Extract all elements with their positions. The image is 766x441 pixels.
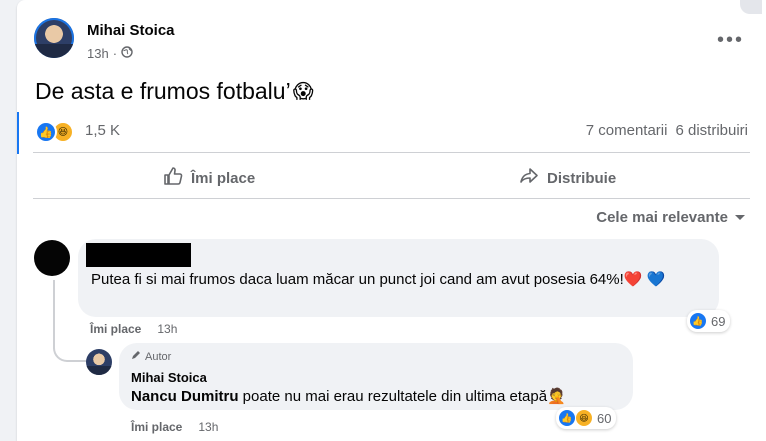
haha-icon: 😆 [575, 409, 593, 427]
separator-dot: · [112, 46, 118, 61]
post-text-content: De asta e frumos fotbalu’ [35, 78, 291, 104]
comment-text: Putea fi si mai frumos daca luam măcar u… [91, 268, 711, 292]
divider [33, 152, 750, 153]
heart-emoji-icon: ❤️ 💙 [623, 271, 666, 288]
close-tab[interactable] [740, 0, 762, 14]
sort-label: Cele mai relevante [596, 209, 728, 226]
shares-count[interactable]: 6 distribuiri [675, 122, 748, 139]
comment-reaction-count[interactable]: 👍 69 [687, 310, 731, 332]
share-arrow-icon [519, 166, 539, 190]
comment-reaction-number: 69 [711, 313, 726, 329]
comment-text-content: Putea fi si mai frumos daca luam măcar u… [91, 271, 624, 288]
globe-icon [121, 46, 133, 61]
caret-down-icon [734, 209, 746, 226]
comment-time[interactable]: 13h [157, 322, 177, 336]
comment-like-button[interactable]: Îmi place [90, 322, 141, 336]
reply-author-name[interactable]: Mihai Stoica [131, 370, 207, 385]
post-time[interactable]: 13h [87, 46, 109, 61]
reply-time[interactable]: 13h [198, 420, 218, 434]
reply-text-content: poate nu mai erau rezultatele din ultima… [238, 388, 548, 405]
reply-author-avatar[interactable] [86, 349, 112, 375]
facepalm-emoji-icon: 🤦 [547, 388, 566, 405]
mention-link[interactable]: Nancu Dumitru [131, 388, 239, 405]
shocked-emoji-icon: 😱 [292, 81, 314, 103]
reply-reaction-count[interactable]: 👍 😆 60 [556, 407, 617, 429]
share-button[interactable]: Distribuie [519, 166, 616, 190]
author-badge: Autor [131, 350, 171, 363]
like-icon: 👍 [35, 121, 57, 143]
author-avatar[interactable] [34, 18, 74, 58]
reply-text: Nancu Dumitru poate nu mai erau rezultat… [131, 387, 566, 405]
share-button-label: Distribuie [547, 169, 617, 187]
post-meta: 13h · [87, 46, 133, 61]
like-button[interactable]: Îmi place [163, 166, 255, 190]
commenter-avatar[interactable] [34, 240, 70, 276]
redacted-commenter-name [86, 243, 191, 267]
thumbs-up-icon [163, 166, 183, 190]
like-icon: 👍 [689, 312, 707, 330]
comment-actions: Îmi place 13h [90, 322, 177, 336]
pencil-icon [131, 350, 141, 363]
comment-sort-dropdown[interactable]: Cele mai relevante [596, 209, 746, 226]
more-options-button[interactable]: ••• [717, 30, 744, 50]
author-badge-label: Autor [145, 350, 172, 363]
reaction-count[interactable]: 1,5 K [85, 122, 120, 139]
divider [33, 198, 750, 199]
reply-like-button[interactable]: Îmi place [131, 420, 182, 434]
reply-actions: Îmi place 13h [131, 420, 218, 434]
like-button-label: Îmi place [191, 169, 256, 187]
comments-count[interactable]: 7 comentarii [586, 122, 668, 139]
reaction-icons[interactable]: 👍 😆 [35, 121, 74, 143]
post-stats: 7 comentarii 6 distribuiri [586, 122, 748, 139]
post-card: Mihai Stoica 13h · ••• De asta e frumos … [17, 0, 766, 441]
reply-reaction-number: 60 [597, 410, 612, 426]
post-author-name[interactable]: Mihai Stoica [87, 22, 175, 39]
post-text: De asta e frumos fotbalu’ 😱 [35, 78, 314, 105]
focus-indicator [17, 112, 19, 154]
like-icon: 👍 [558, 409, 576, 427]
